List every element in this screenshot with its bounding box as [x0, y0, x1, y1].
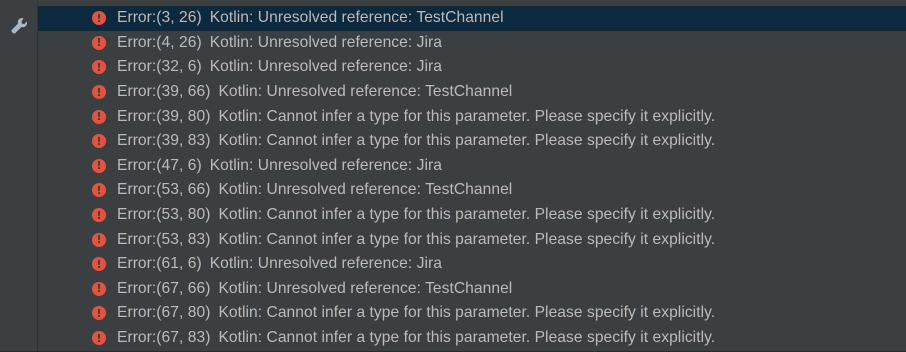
message-type: Error	[117, 9, 152, 27]
error-icon: !	[92, 158, 106, 173]
message-text: Kotlin: Unresolved reference: Jira	[209, 255, 442, 273]
message-location: (32, 6)	[156, 58, 202, 76]
message-location: (47, 6)	[156, 156, 202, 174]
message-row[interactable]: ! Error: (53, 80) Kotlin: Cannot infer a ty…	[38, 203, 906, 228]
tool-gutter	[0, 0, 38, 352]
message-type: Error	[117, 33, 152, 51]
message-text: Kotlin: Unresolved reference: Jira	[209, 33, 442, 51]
messages-list: ! Error: (3, 26) Kotlin: Unresolved referen…	[38, 0, 906, 352]
message-text: Kotlin: Unresolved reference: TestChanne…	[218, 181, 513, 199]
error-icon: !	[92, 85, 106, 100]
message-type: Error	[117, 255, 152, 273]
message-type: Error	[117, 181, 152, 199]
error-icon: !	[92, 35, 106, 50]
error-icon: !	[92, 232, 106, 247]
message-location: (39, 83)	[156, 132, 211, 150]
message-row[interactable]: ! Error: (32, 6) Kotlin: Unresolved referen…	[38, 55, 906, 80]
error-icon: !	[92, 183, 106, 198]
message-row[interactable]: ! Error: (4, 26) Kotlin: Unresolved referen…	[38, 31, 906, 56]
message-text: Kotlin: Unresolved reference: TestChanne…	[209, 9, 504, 27]
message-type: Error	[117, 230, 152, 248]
message-text: Kotlin: Cannot infer a type for this par…	[218, 132, 716, 150]
error-icon: !	[92, 60, 106, 75]
message-text: Kotlin: Unresolved reference: Jira	[209, 156, 442, 174]
error-icon: !	[92, 331, 106, 346]
error-icon: !	[92, 306, 106, 321]
error-icon: !	[92, 281, 106, 296]
message-row[interactable]: ! Error: (39, 66) Kotlin: Unresolved refere…	[38, 80, 906, 105]
message-text: Kotlin: Unresolved reference: TestChanne…	[218, 279, 513, 297]
wrench-icon[interactable]	[9, 16, 29, 36]
message-text: Kotlin: Cannot infer a type for this par…	[218, 230, 716, 248]
message-text: Kotlin: Unresolved reference: TestChanne…	[218, 83, 513, 101]
message-text: Kotlin: Cannot infer a type for this par…	[218, 304, 716, 322]
message-row[interactable]: ! Error: (67, 66) Kotlin: Unresolved refere…	[38, 277, 906, 302]
message-type: Error	[117, 206, 152, 224]
message-type: Error	[117, 279, 152, 297]
message-location: (67, 80)	[156, 304, 211, 322]
message-row[interactable]: ! Error: (53, 66) Kotlin: Unresolved refere…	[38, 178, 906, 203]
message-type: Error	[117, 107, 152, 125]
message-row[interactable]: ! Error: (53, 83) Kotlin: Cannot infer a ty…	[38, 227, 906, 252]
error-icon: !	[92, 11, 106, 26]
message-row[interactable]: ! Error: (61, 6) Kotlin: Unresolved referen…	[38, 252, 906, 277]
message-text: Kotlin: Cannot infer a type for this par…	[218, 329, 716, 347]
message-location: (39, 80)	[156, 107, 211, 125]
message-location: (53, 66)	[156, 181, 211, 199]
message-location: (4, 26)	[156, 33, 202, 51]
message-location: (67, 66)	[156, 279, 211, 297]
message-location: (53, 83)	[156, 230, 211, 248]
error-icon: !	[92, 257, 106, 272]
message-row[interactable]: ! Error: (47, 6) Kotlin: Unresolved referen…	[38, 154, 906, 179]
messages-panel: ! Error: (3, 26) Kotlin: Unresolved referen…	[0, 0, 906, 352]
message-location: (53, 80)	[156, 206, 211, 224]
message-type: Error	[117, 83, 152, 101]
error-icon: !	[92, 109, 106, 124]
message-location: (61, 6)	[156, 255, 202, 273]
message-row[interactable]: ! Error: (3, 26) Kotlin: Unresolved referen…	[38, 6, 906, 31]
message-row[interactable]: ! Error: (39, 83) Kotlin: Cannot infer a ty…	[38, 129, 906, 154]
message-row[interactable]: ! Error: (67, 83) Kotlin: Cannot infer a ty…	[38, 326, 906, 351]
message-type: Error	[117, 132, 152, 150]
message-text: Kotlin: Unresolved reference: Jira	[209, 58, 442, 76]
message-location: (39, 66)	[156, 83, 211, 101]
error-icon: !	[92, 134, 106, 149]
error-icon: !	[92, 208, 106, 223]
message-type: Error	[117, 58, 152, 76]
message-location: (67, 83)	[156, 329, 211, 347]
message-row[interactable]: ! Error: (67, 80) Kotlin: Cannot infer a ty…	[38, 301, 906, 326]
message-text: Kotlin: Cannot infer a type for this par…	[218, 206, 716, 224]
message-text: Kotlin: Cannot infer a type for this par…	[218, 107, 716, 125]
message-location: (3, 26)	[156, 9, 202, 27]
message-type: Error	[117, 304, 152, 322]
message-row[interactable]: ! Error: (39, 80) Kotlin: Cannot infer a ty…	[38, 104, 906, 129]
message-type: Error	[117, 156, 152, 174]
message-type: Error	[117, 329, 152, 347]
